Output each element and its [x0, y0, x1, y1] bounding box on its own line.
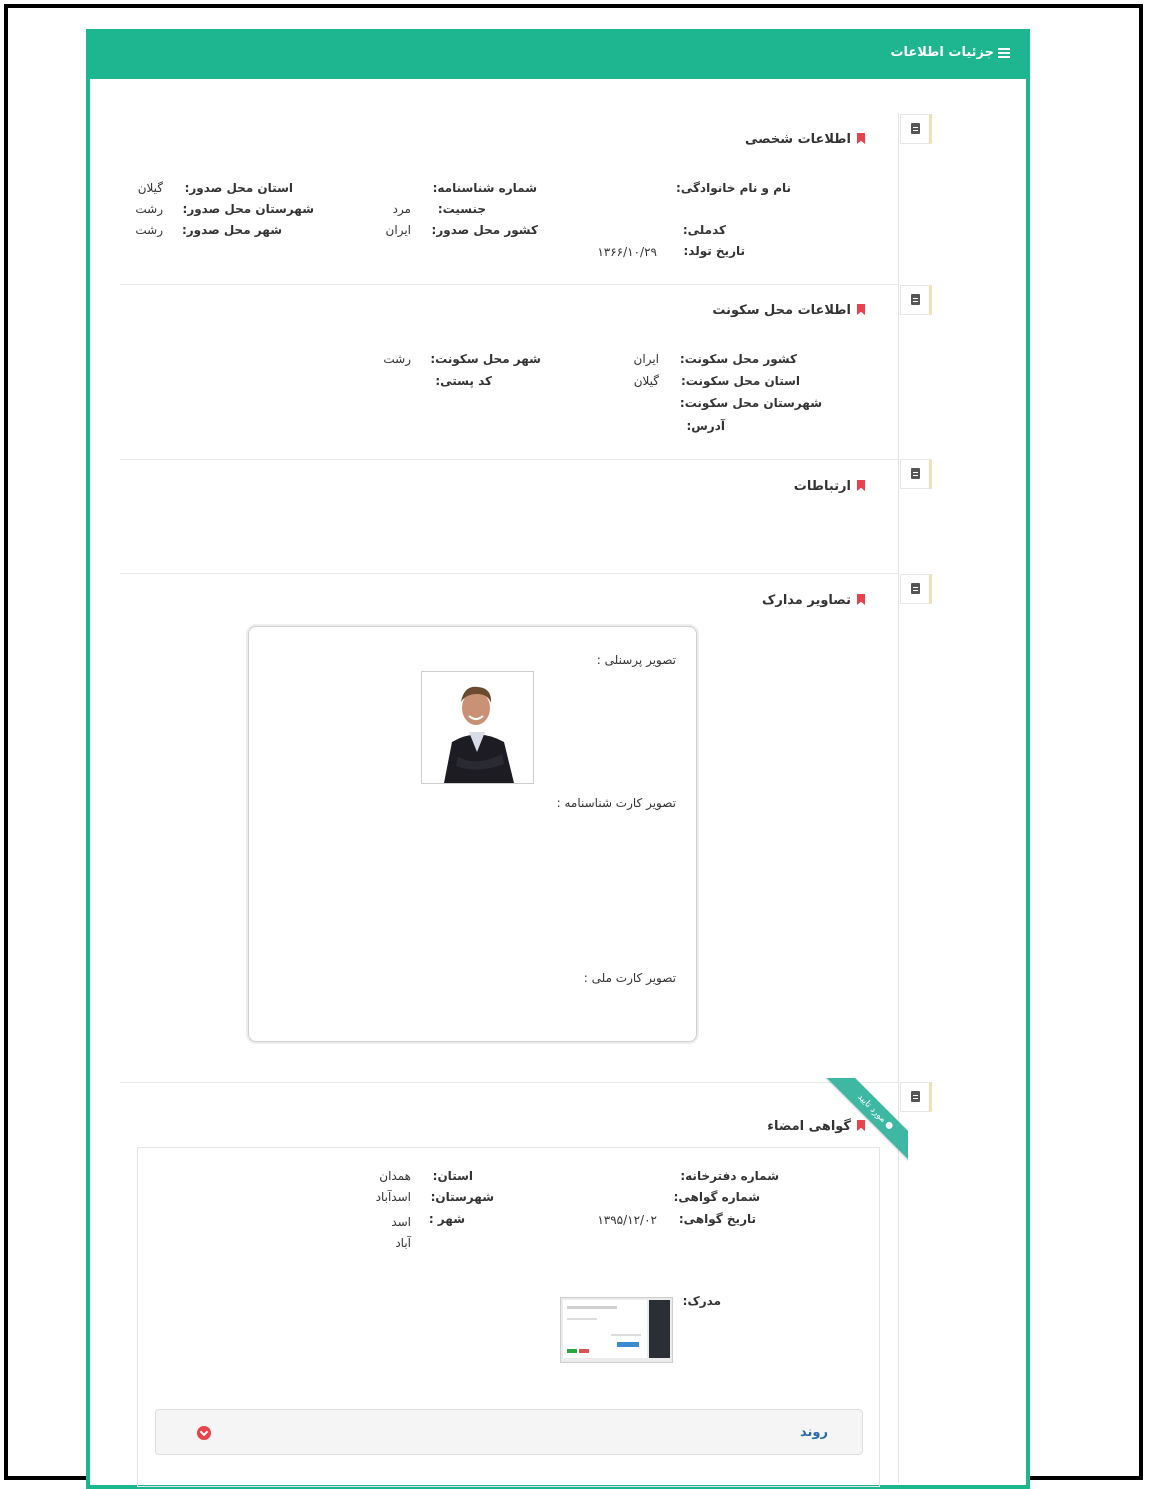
cert-date-label: تاریخ گواهی:	[678, 1212, 756, 1226]
cert-province-label: استان:	[432, 1169, 473, 1183]
cert-number-label: شماره گواهی:	[673, 1190, 760, 1204]
document-icon	[900, 574, 932, 604]
section-divider	[120, 459, 898, 460]
residence-city-label: شهر محل سکونت:	[430, 352, 541, 366]
document-icon	[900, 285, 932, 315]
residence-province-value: گیلان	[633, 374, 659, 388]
document-icon	[900, 459, 932, 489]
check-circle-icon	[884, 1120, 895, 1131]
gender-value: مرد	[392, 202, 411, 216]
section-divider	[120, 573, 898, 574]
office-number-label: شماره دفترخانه:	[680, 1169, 779, 1183]
issue-city-label: شهر محل صدور:	[181, 223, 282, 237]
residence-city-value: رشت	[383, 352, 411, 366]
chevron-down-icon[interactable]	[197, 1426, 211, 1440]
person-photo-image	[422, 672, 533, 783]
cert-county-label: شهرستان:	[430, 1190, 494, 1204]
cert-city-label: شهر :	[428, 1212, 465, 1226]
issue-province-value: گیلان	[137, 181, 163, 195]
bookmark-icon	[857, 133, 865, 144]
address-label: آدرس:	[686, 419, 725, 433]
id-card-label: تصویر کارت شناسنامه :	[556, 796, 676, 810]
gender-label: جنسیت:	[437, 202, 486, 216]
cert-province-value: همدان	[379, 1169, 411, 1183]
certificate-document-thumbnail[interactable]	[560, 1297, 673, 1363]
id-number-label: شماره شناسنامه:	[432, 181, 537, 195]
full-name-label: نام و نام خانوادگی:	[676, 181, 791, 195]
section-title-contacts: ارتباطات	[794, 479, 865, 494]
section-divider	[120, 1082, 898, 1083]
bookmark-icon	[857, 304, 865, 315]
approved-ribbon: مورد تایید	[818, 1078, 908, 1168]
panel-header: جزئیات اطلاعات	[86, 29, 1030, 79]
residence-country-label: کشور محل سکونت:	[679, 352, 797, 366]
process-label: روند	[800, 1425, 828, 1440]
residence-county-label: شهرستان محل سکونت:	[679, 396, 822, 410]
panel-title: جزئیات اطلاعات	[890, 45, 1010, 60]
section-title-documents: تصاویر مدارک	[762, 593, 865, 608]
section-title-residence: اطلاعات محل سکونت	[712, 303, 865, 318]
document-screenshot-image	[561, 1298, 672, 1362]
bookmark-icon	[857, 594, 865, 605]
issue-country-value: ایران	[385, 223, 411, 237]
issue-city-value: رشت	[135, 223, 163, 237]
cert-date-value: ۱۳۹۵/۱۲/۰۲	[597, 1213, 657, 1227]
process-accordion[interactable]: روند	[155, 1409, 863, 1455]
issue-county-label: شهرستان محل صدور:	[182, 202, 314, 216]
cert-city-value: اسد آباد	[391, 1215, 411, 1250]
timeline-line	[898, 113, 899, 1483]
postal-code-label: کد پستی:	[435, 374, 492, 388]
personal-photo[interactable]	[421, 671, 534, 784]
section-title-personal: اطلاعات شخصی	[745, 132, 865, 147]
national-card-label: تصویر کارت ملی :	[583, 971, 676, 985]
birth-date-value: ۱۳۶۶/۱۰/۲۹	[597, 245, 657, 259]
cert-county-value: اسدآباد	[375, 1190, 411, 1204]
national-code-label: کدملی:	[682, 223, 726, 237]
issue-county-value: رشت	[135, 202, 163, 216]
document-label: مدرک:	[682, 1294, 721, 1308]
document-icon	[900, 114, 932, 144]
menu-icon[interactable]	[998, 47, 1010, 58]
residence-province-label: استان محل سکونت:	[680, 374, 800, 388]
bookmark-icon	[857, 480, 865, 491]
personal-photo-label: تصویر پرسنلی :	[596, 653, 676, 667]
issue-province-label: استان محل صدور:	[184, 181, 293, 195]
section-divider	[120, 284, 898, 285]
residence-country-value: ایران	[633, 352, 659, 366]
issue-country-label: کشور محل صدور:	[431, 223, 538, 237]
birth-date-label: تاریخ تولد:	[683, 244, 745, 258]
